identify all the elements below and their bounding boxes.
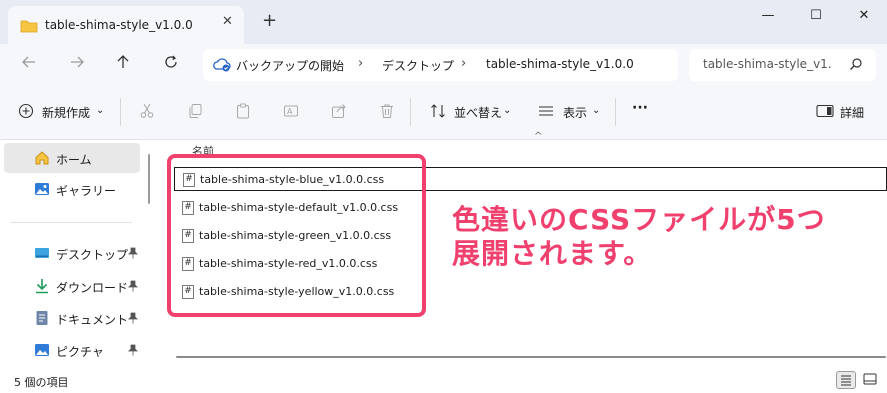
details-view-button[interactable] bbox=[836, 371, 856, 389]
pin-icon bbox=[128, 344, 138, 359]
sidebar-item-documents[interactable]: ドキュメント bbox=[4, 303, 140, 333]
home-icon bbox=[34, 150, 50, 169]
tiles-view-icon bbox=[863, 373, 877, 385]
chevron-down-icon: ⌄ bbox=[503, 105, 512, 116]
command-bar: 新規作成 ⌄ A 並べ替え ⌄ 表示 ⌄ ··· 詳細 bbox=[0, 86, 887, 140]
item-count: 5 個の項目 bbox=[14, 376, 69, 389]
minimize-button[interactable]: — bbox=[754, 6, 782, 26]
sort-icon bbox=[430, 103, 446, 122]
search-box[interactable]: table-shima-style_v1. bbox=[689, 49, 876, 81]
gallery-icon bbox=[34, 181, 50, 200]
back-button[interactable] bbox=[18, 54, 40, 74]
highlight-box bbox=[167, 154, 426, 317]
paste-icon[interactable] bbox=[235, 103, 251, 122]
pin-icon bbox=[128, 280, 138, 295]
navigation-pane: ホーム ギャラリー デスクトップ ダウンロード ドキュメント ピクチャ bbox=[0, 140, 150, 368]
arrow-left-icon bbox=[22, 56, 35, 68]
sidebar-divider bbox=[10, 222, 132, 223]
maximize-button[interactable]: ☐ bbox=[802, 6, 830, 26]
tab-active[interactable]: table-shima-style_v1.0.0 ✕ bbox=[8, 6, 244, 44]
refresh-button[interactable] bbox=[160, 54, 182, 74]
annotation-line-2: 展開されます。 bbox=[452, 237, 653, 270]
pin-icon bbox=[128, 312, 138, 327]
breadcrumb-desktop[interactable]: デスクトップ bbox=[382, 57, 454, 74]
cloud-backup-icon bbox=[213, 57, 231, 76]
sidebar-item-desktop[interactable]: デスクトップ bbox=[4, 238, 140, 268]
address-bar[interactable]: バックアップの開始 › デスクトップ › table-shima-style_v… bbox=[203, 49, 678, 81]
search-input[interactable]: table-shima-style_v1. bbox=[703, 57, 832, 71]
details-button[interactable]: 詳細 bbox=[840, 104, 864, 121]
copy-icon[interactable] bbox=[187, 103, 203, 122]
breadcrumb-separator: › bbox=[358, 56, 364, 71]
breadcrumb-folder[interactable]: table-shima-style_v1.0.0 bbox=[486, 57, 634, 71]
up-button[interactable] bbox=[112, 54, 134, 74]
view-button[interactable]: 表示 bbox=[563, 104, 587, 121]
cut-icon[interactable] bbox=[139, 103, 155, 122]
new-tab-button[interactable]: + bbox=[262, 12, 277, 30]
sidebar-item-gallery[interactable]: ギャラリー bbox=[4, 174, 140, 204]
details-pane-icon bbox=[816, 103, 834, 122]
sort-indicator: ^ bbox=[534, 131, 543, 142]
delete-icon[interactable] bbox=[379, 103, 395, 122]
download-icon bbox=[34, 278, 50, 297]
arrow-right-icon bbox=[71, 56, 84, 68]
arrow-up-icon bbox=[117, 55, 129, 68]
refresh-icon bbox=[165, 55, 177, 68]
sidebar-item-label: ダウンロード bbox=[56, 281, 129, 295]
sidebar-item-label: ホーム bbox=[56, 153, 92, 167]
sidebar-item-label: デスクトップ bbox=[56, 248, 129, 262]
sidebar-scrollbar[interactable] bbox=[148, 154, 150, 204]
sidebar-item-pictures[interactable]: ピクチャ bbox=[4, 335, 140, 365]
breadcrumb-separator: › bbox=[461, 56, 467, 71]
sidebar-item-downloads[interactable]: ダウンロード bbox=[4, 271, 140, 301]
sidebar-item-home[interactable]: ホーム bbox=[4, 143, 140, 173]
search-icon bbox=[849, 57, 863, 74]
more-options-button[interactable]: ··· bbox=[632, 100, 648, 116]
list-view-icon bbox=[841, 375, 851, 386]
toolbar-divider bbox=[120, 98, 121, 126]
forward-button[interactable] bbox=[66, 54, 88, 74]
folder-icon bbox=[20, 18, 38, 37]
pin-icon bbox=[128, 247, 138, 262]
pictures-icon bbox=[34, 342, 50, 361]
toolbar-divider bbox=[615, 98, 616, 126]
tiles-view-button[interactable] bbox=[861, 371, 881, 389]
rename-icon[interactable]: A bbox=[283, 103, 299, 122]
breadcrumb-backup[interactable]: バックアップの開始 bbox=[236, 57, 344, 74]
toolbar-divider bbox=[410, 98, 411, 126]
horizontal-scrollbar[interactable] bbox=[176, 356, 886, 358]
tab-title: table-shima-style_v1.0.0 bbox=[45, 18, 193, 32]
address-row: バックアップの開始 › デスクトップ › table-shima-style_v… bbox=[0, 44, 887, 86]
chevron-down-icon: ⌄ bbox=[96, 105, 105, 116]
document-icon bbox=[34, 310, 50, 329]
desktop-icon bbox=[34, 245, 50, 264]
sidebar-item-label: ピクチャ bbox=[56, 345, 104, 359]
share-icon[interactable] bbox=[331, 103, 347, 122]
sort-button[interactable]: 並べ替え bbox=[454, 104, 502, 121]
view-icon bbox=[538, 103, 554, 122]
chevron-down-icon: ⌄ bbox=[592, 105, 601, 116]
svg-text:A: A bbox=[287, 107, 293, 116]
status-bar: 5 個の項目 bbox=[0, 368, 887, 393]
close-window-button[interactable]: ✕ bbox=[850, 6, 878, 26]
new-button[interactable]: 新規作成 bbox=[42, 104, 90, 121]
title-bar: table-shima-style_v1.0.0 ✕ + — ☐ ✕ bbox=[0, 0, 887, 44]
sidebar-item-label: ギャラリー bbox=[56, 184, 117, 198]
tab-close-button[interactable]: ✕ bbox=[222, 14, 233, 29]
plus-circle-icon bbox=[18, 103, 34, 122]
sidebar-item-label: ドキュメント bbox=[56, 313, 129, 327]
